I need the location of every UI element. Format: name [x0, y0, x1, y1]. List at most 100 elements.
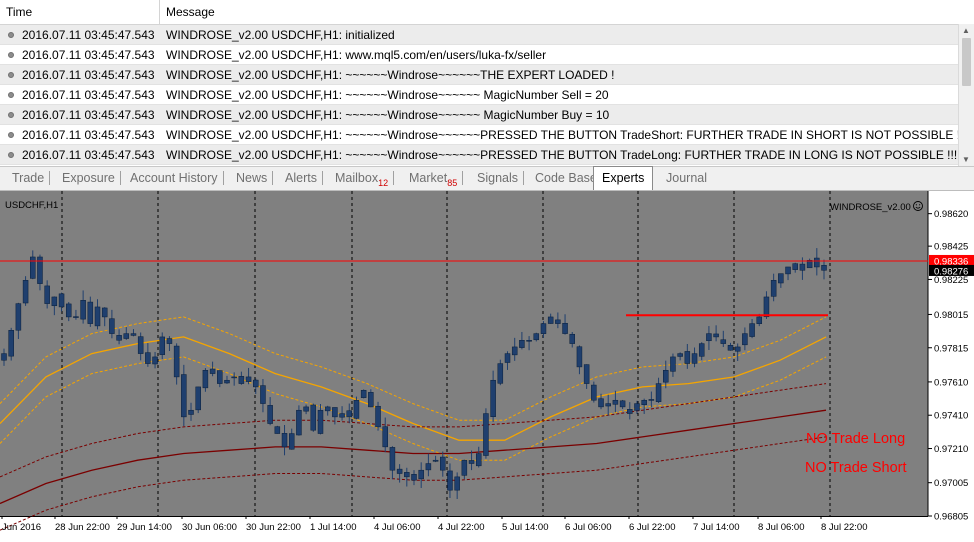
- candle-body: [137, 336, 144, 354]
- candle-body: [612, 399, 619, 405]
- candle-body: [511, 346, 518, 356]
- candle-body: [296, 409, 302, 436]
- time-tick-label: 8 Jul 22:00: [821, 522, 867, 533]
- log-time: 2016.07.11 03:45:47.543: [22, 88, 155, 102]
- tab-account-history[interactable]: Account History: [130, 167, 224, 189]
- no-trade-short-label: NO Trade Short: [805, 460, 907, 476]
- candle-body: [792, 263, 798, 270]
- tab-separator: [321, 171, 323, 185]
- tab-exposure[interactable]: Exposure: [62, 167, 121, 189]
- candle-body: [303, 406, 309, 412]
- candle-body: [8, 330, 14, 357]
- scroll-down-icon[interactable]: ▼: [962, 155, 970, 164]
- candle-body: [555, 319, 561, 324]
- candle-body: [713, 333, 719, 338]
- tab-experts[interactable]: Experts: [593, 166, 654, 190]
- log-message: WINDROSE_v2.00 USDCHF,H1: www.mql5.com/e…: [166, 48, 547, 62]
- log-row[interactable]: 2016.07.11 03:45:47.543 WINDROSE_v2.00 US…: [0, 125, 967, 145]
- log-time: 2016.07.11 03:45:47.543: [22, 108, 155, 122]
- tab-alerts[interactable]: Alerts: [285, 167, 323, 189]
- log-message: WINDROSE_v2.00 USDCHF,H1: ~~~~~~Windrose…: [166, 88, 609, 102]
- candle-body: [468, 460, 475, 464]
- price-tick-label: 0.98620: [934, 209, 968, 220]
- tab-label: Experts: [602, 171, 645, 185]
- candle-body: [627, 409, 633, 414]
- candle-body: [253, 379, 259, 388]
- log-level-icon: [8, 152, 14, 158]
- tab-badge: 85: [447, 178, 458, 188]
- tab-label: Account History: [130, 171, 218, 185]
- no-trade-long-label: NO Trade Long: [806, 431, 905, 447]
- tab-mailbox[interactable]: Mailbox12: [335, 167, 395, 189]
- scrollbar-thumb[interactable]: [962, 38, 971, 86]
- price-chart[interactable]: 0.98620 0.98425 0.98225 0.98015 0.97815 0.976…: [0, 191, 974, 542]
- log-row[interactable]: 2016.07.11 03:45:47.543 WINDROSE_v2.00 US…: [0, 145, 958, 165]
- tab-label: Market: [409, 171, 448, 185]
- log-time: 2016.07.11 03:45:47.543: [22, 148, 155, 162]
- column-header-message[interactable]: Message: [160, 0, 958, 24]
- candle-body: [490, 379, 496, 417]
- log-time: 2016.07.11 03:45:47.543: [22, 68, 155, 82]
- candle-body: [101, 307, 108, 318]
- candle-body: [655, 383, 662, 402]
- log-row[interactable]: 2016.07.11 03:45:47.543 WINDROSE_v2.00 US…: [0, 25, 958, 45]
- candle-body: [440, 456, 446, 471]
- candle-body: [396, 468, 403, 474]
- log-time: 2016.07.11 03:45:47.543: [22, 28, 155, 42]
- candle-body: [123, 333, 130, 339]
- log-row[interactable]: 2016.07.11 03:45:47.543 WINDROSE_v2.00 US…: [0, 45, 958, 65]
- candle-body: [260, 385, 266, 404]
- tab-separator: [272, 171, 274, 185]
- tab-code-base[interactable]: Code Base: [535, 167, 597, 189]
- candle-body: [562, 322, 568, 334]
- price-tick-label: 0.97410: [934, 411, 968, 422]
- candle-body: [698, 343, 705, 357]
- candle-body: [475, 453, 482, 467]
- time-tick-label: 28 Jun 22:00: [55, 522, 110, 533]
- price-tick-label: 0.98425: [934, 242, 968, 253]
- time-tick-label: 4 Jul 06:00: [374, 522, 420, 533]
- candle-body: [734, 346, 741, 352]
- log-scrollbar[interactable]: ▲ ▼: [958, 24, 974, 166]
- log-message: WINDROSE_v2.00 USDCHF,H1: ~~~~~~Windrose…: [166, 108, 610, 122]
- candle-body: [411, 474, 417, 481]
- candle-body: [65, 303, 72, 318]
- log-row[interactable]: 2016.07.11 03:45:47.543 WINDROSE_v2.00 US…: [0, 105, 958, 125]
- log-level-icon: [8, 132, 14, 138]
- tab-market[interactable]: Market85: [409, 167, 464, 189]
- tab-badge: 12: [378, 178, 389, 188]
- chart-canvas[interactable]: 0.986200.984250.982250.980150.978150.976…: [0, 191, 974, 542]
- smiley-icon-eye: [915, 204, 918, 206]
- price-tick-label: 0.97005: [934, 478, 968, 489]
- column-header-time[interactable]: Time: [0, 0, 160, 24]
- price-tick-label: 0.97815: [934, 343, 968, 354]
- tab-news[interactable]: News: [236, 167, 274, 189]
- tab-journal[interactable]: Journal: [666, 167, 707, 189]
- log-message: WINDROSE_v2.00 USDCHF,H1: ~~~~~~Windrose…: [166, 128, 967, 142]
- candle-body: [87, 301, 94, 324]
- candle-body: [288, 433, 295, 450]
- tab-trade[interactable]: Trade: [12, 167, 51, 189]
- log-row[interactable]: 2016.07.11 03:45:47.543 WINDROSE_v2.00 US…: [0, 85, 958, 105]
- candle-body: [483, 413, 489, 456]
- candle-body: [130, 333, 137, 336]
- tab-signals[interactable]: Signals: [477, 167, 524, 189]
- candle-body: [152, 356, 158, 365]
- experts-log-panel: Time Message 2016.07.11 03:45:47.543 WIND…: [0, 0, 974, 167]
- candle-body: [267, 405, 273, 424]
- candle-body: [418, 469, 424, 480]
- tab-label: Alerts: [285, 171, 317, 185]
- tab-label: Exposure: [62, 171, 115, 185]
- candle-body: [504, 353, 511, 363]
- candle-body: [368, 392, 374, 408]
- log-message: WINDROSE_v2.00 USDCHF,H1: ~~~~~~Windrose…: [166, 68, 615, 82]
- scroll-up-icon[interactable]: ▲: [962, 26, 970, 35]
- candle-body: [425, 463, 432, 471]
- tab-separator: [393, 171, 395, 185]
- candle-body: [454, 476, 460, 491]
- candle-body: [310, 404, 317, 431]
- log-row[interactable]: 2016.07.11 03:45:47.543 WINDROSE_v2.00 US…: [0, 65, 958, 85]
- candle-body: [749, 323, 755, 337]
- candle-body: [159, 336, 165, 355]
- candle-body: [691, 353, 698, 364]
